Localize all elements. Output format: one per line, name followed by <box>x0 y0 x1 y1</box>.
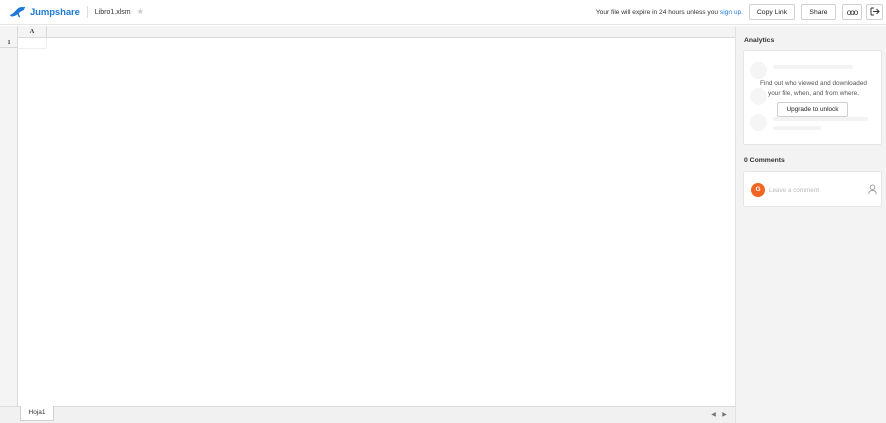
placeholder-line <box>773 117 868 121</box>
cell-a1[interactable] <box>18 38 47 49</box>
brand-name: Jumpshare <box>30 6 80 18</box>
row-header-column: 1 <box>0 38 18 406</box>
placeholder-line <box>773 65 853 69</box>
spreadsheet-grid[interactable]: A 1 <box>0 26 735 406</box>
placeholder-avatar <box>750 62 767 79</box>
sheet-tab-hoja1[interactable]: Hoja1 <box>20 406 54 421</box>
select-all-corner[interactable] <box>0 26 18 38</box>
comments-title: 0 Comments <box>744 157 785 164</box>
user-icon[interactable] <box>868 184 877 195</box>
side-panel: Analytics Find out who viewed and downlo… <box>735 26 886 423</box>
sheet-tab-bar: Hoja1 ◀ ▶ <box>0 406 735 423</box>
upgrade-button[interactable]: Upgrade to unlock <box>777 102 848 117</box>
placeholder-line <box>773 126 821 130</box>
star-icon[interactable]: ★ <box>137 8 144 16</box>
header-divider <box>86 6 88 18</box>
comment-box: G <box>743 171 882 207</box>
exit-button[interactable] <box>866 4 883 20</box>
file-name: Libro1.xlsm <box>94 8 131 16</box>
jumpshare-logo[interactable]: Jumpshare <box>9 0 80 25</box>
analytics-card: Find out who viewed and downloaded your … <box>743 50 882 145</box>
tab-prev-icon[interactable]: ◀ <box>709 409 718 421</box>
row-header-1[interactable]: 1 <box>0 38 18 48</box>
signup-link[interactable]: sign up. <box>720 9 743 16</box>
expire-text: Your file will expire in 24 hours unless… <box>595 8 720 16</box>
comment-input[interactable] <box>769 184 864 196</box>
expire-notice: Your file will expire in 24 hours unless… <box>596 9 743 16</box>
placeholder-avatar <box>750 114 767 131</box>
avatar: G <box>751 183 765 197</box>
copy-link-button[interactable]: Copy Link <box>749 4 795 20</box>
analytics-message: Find out who viewed and downloaded your … <box>760 80 867 97</box>
share-button[interactable]: Share <box>801 4 836 20</box>
column-header-row: A <box>0 26 735 38</box>
more-options-button[interactable]: ooo <box>842 4 862 20</box>
top-header: Jumpshare Libro1.xlsm ★ Your file will e… <box>0 0 886 25</box>
exit-icon <box>870 7 880 18</box>
jumpshare-logo-icon <box>9 6 27 18</box>
analytics-title: Analytics <box>744 37 775 44</box>
column-header-a[interactable]: A <box>18 26 47 38</box>
tab-next-icon[interactable]: ▶ <box>720 409 729 421</box>
